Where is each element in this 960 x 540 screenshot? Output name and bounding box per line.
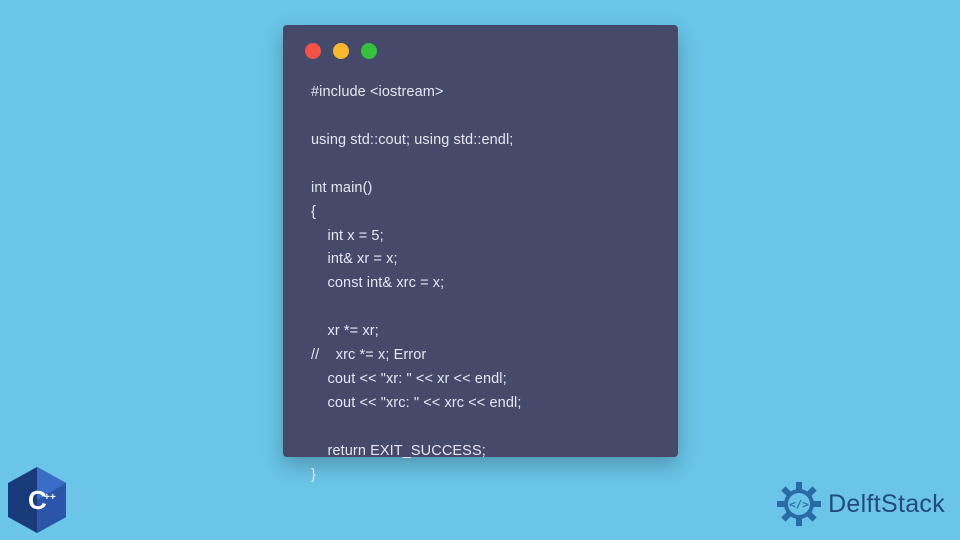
code-block: #include <iostream> using std::cout; usi… [311,81,521,488]
code-line: const int& xrc = x; [311,275,444,291]
gear-icon: </> [775,480,823,528]
code-line: #include <iostream> [311,84,443,100]
code-line: { [311,204,316,220]
code-line: int& xr = x; [311,251,398,267]
code-window: #include <iostream> using std::cout; usi… [283,25,678,457]
code-line: cout << "xr: " << xr << endl; [311,371,507,387]
minimize-icon[interactable] [333,43,349,59]
maximize-icon[interactable] [361,43,377,59]
brand-name-part2: Stack [881,490,945,518]
code-line: using std::cout; using std::endl; [311,132,513,148]
cpp-plus: ++ [44,492,56,503]
code-line: int x = 5; [311,228,384,244]
delftstack-brand: </> DelftStack [775,480,945,528]
code-line: cout << "xrc: " << xrc << endl; [311,395,521,411]
code-line: } [311,467,316,483]
code-line: xr *= xr; [311,323,379,339]
code-line: // xrc *= x; Error [311,347,426,363]
brand-name: DelftStack [828,490,945,519]
cpp-language-badge-icon: C ++ [6,465,68,535]
brand-name-part1: Delft [828,490,881,518]
code-line: int main() [311,180,372,196]
close-icon[interactable] [305,43,321,59]
svg-text:</>: </> [789,498,809,511]
code-line: return EXIT_SUCCESS; [311,443,486,459]
window-controls [305,43,377,59]
